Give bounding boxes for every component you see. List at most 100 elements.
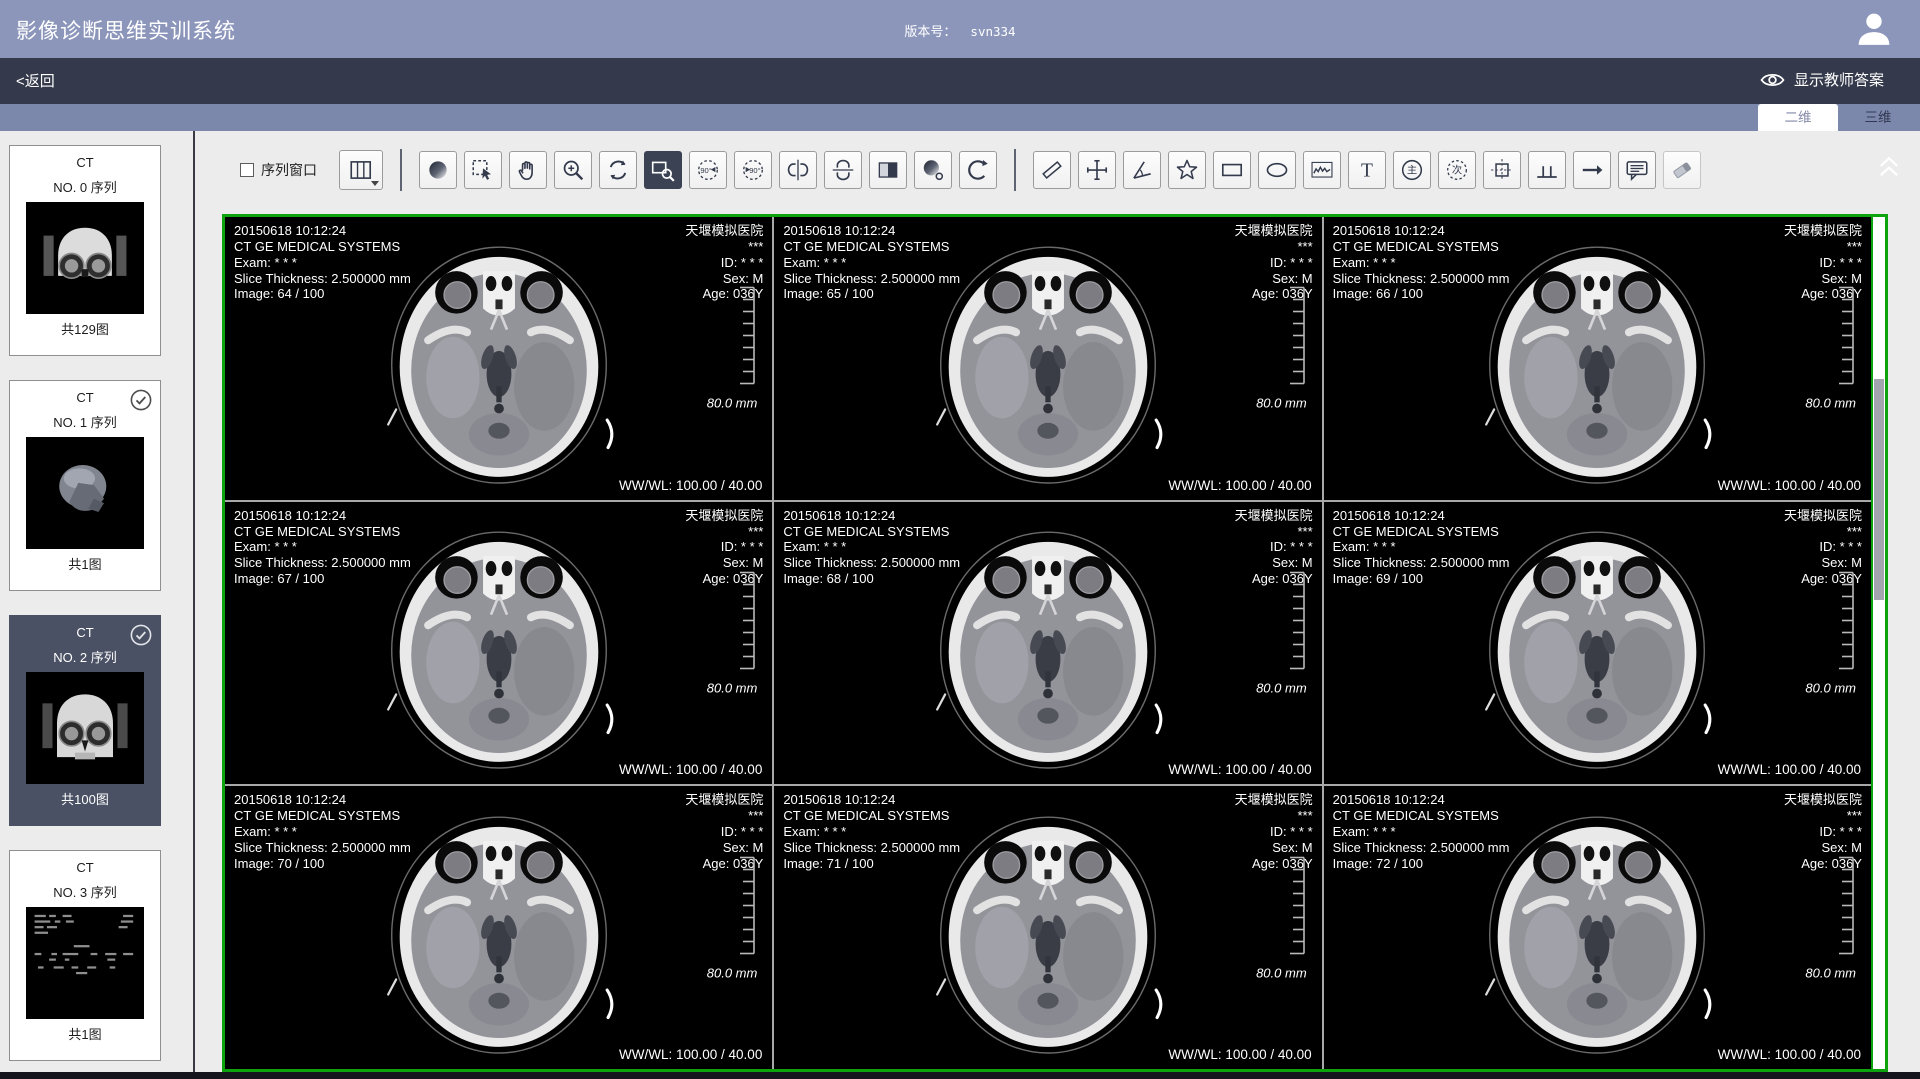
- sidebar-item-series-2[interactable]: CT NO. 2 序列 共100图: [9, 615, 161, 826]
- scale-ruler-icon: [1289, 570, 1307, 670]
- viewer-cell-5[interactable]: 20150618 10:12:24 CT GE MEDICAL SYSTEMS …: [774, 502, 1321, 785]
- cell-datetime: 20150618 10:12:24: [1333, 792, 1510, 808]
- viewer-grid: 20150618 10:12:24 CT GE MEDICAL SYSTEMS …: [222, 214, 1888, 1072]
- cell-sex: Sex: M: [1784, 271, 1862, 287]
- series-checked-icon: [129, 388, 153, 412]
- scale-label: 80.0 mm: [1256, 396, 1307, 411]
- cell-masked: ***: [1235, 524, 1313, 540]
- tool-arrow[interactable]: [1573, 151, 1611, 189]
- tab-3d[interactable]: 三维: [1838, 104, 1918, 131]
- tool-rect-roi[interactable]: [1213, 151, 1251, 189]
- rot90r-icon: [740, 157, 766, 183]
- viewer-scrollbar-thumb[interactable]: [1874, 379, 1884, 601]
- series-modality: CT: [10, 860, 160, 875]
- tool-rotate-free[interactable]: [599, 151, 637, 189]
- tool-measure-angle[interactable]: [1123, 151, 1161, 189]
- sidebar-item-series-3[interactable]: CT NO. 3 序列 共1图: [9, 850, 161, 1061]
- tool-flip-horizontal[interactable]: [779, 151, 817, 189]
- show-teacher-answer-button[interactable]: 显示教师答案: [1760, 69, 1884, 90]
- viewer-cell-1[interactable]: 20150618 10:12:24 CT GE MEDICAL SYSTEMS …: [225, 217, 772, 500]
- tool-baseline[interactable]: [1528, 151, 1566, 189]
- tool-window-sphere[interactable]: [419, 151, 457, 189]
- cell-scale: 80.0 mm: [1256, 855, 1307, 980]
- cell-slice-thickness: Slice Thickness: 2.500000 mm: [1333, 555, 1510, 571]
- tool-rect-select[interactable]: [464, 151, 502, 189]
- cell-patient-id: ID: * * *: [1784, 824, 1862, 840]
- bottom-edge: [0, 1072, 1920, 1079]
- toolbar-collapse-button[interactable]: [1874, 153, 1908, 183]
- ellipse-icon: [1264, 157, 1290, 183]
- tool-zoom-region[interactable]: [644, 151, 682, 189]
- tool-ellipse-roi[interactable]: [1258, 151, 1296, 189]
- tool-layout-grid[interactable]: [339, 150, 383, 190]
- tool-marker-secondary[interactable]: [1438, 151, 1476, 189]
- viewer-cell-3[interactable]: 20150618 10:12:24 CT GE MEDICAL SYSTEMS …: [1324, 217, 1871, 500]
- zoombox-icon: [650, 157, 676, 183]
- tool-text-annotation[interactable]: [1348, 151, 1386, 189]
- viewer-cell-9[interactable]: 20150618 10:12:24 CT GE MEDICAL SYSTEMS …: [1324, 786, 1871, 1069]
- cell-overlay-topleft: 20150618 10:12:24 CT GE MEDICAL SYSTEMS …: [234, 508, 411, 587]
- cell-patient-id: ID: * * *: [1784, 255, 1862, 271]
- cell-patient-id: ID: * * *: [1235, 824, 1313, 840]
- cell-datetime: 20150618 10:12:24: [234, 792, 411, 808]
- sidebar-item-series-1[interactable]: CT NO. 1 序列 共1图: [9, 380, 161, 591]
- tool-pan[interactable]: [509, 151, 547, 189]
- arrow-icon: [1579, 157, 1605, 183]
- show-teacher-answer-label: 显示教师答案: [1794, 69, 1884, 90]
- scale-ruler-icon: [739, 286, 757, 386]
- tool-reset[interactable]: [959, 151, 997, 189]
- tool-zoom-in[interactable]: [554, 151, 592, 189]
- tab-2d[interactable]: 二维: [1758, 104, 1838, 131]
- nav-bar: <返回 显示教师答案: [0, 58, 1920, 104]
- tool-rotate-90-cw[interactable]: [734, 151, 772, 189]
- cell-datetime: 20150618 10:12:24: [783, 508, 960, 524]
- tool-measure-cross[interactable]: [1078, 151, 1116, 189]
- tool-rotate-90-ccw[interactable]: [689, 151, 727, 189]
- viewer-cell-4[interactable]: 20150618 10:12:24 CT GE MEDICAL SYSTEMS …: [225, 502, 772, 785]
- tool-flip-vertical[interactable]: [824, 151, 862, 189]
- viewer-cell-6[interactable]: 20150618 10:12:24 CT GE MEDICAL SYSTEMS …: [1324, 502, 1871, 785]
- cell-image-number: Image: 65 / 100: [783, 286, 960, 302]
- tool-roi-grid[interactable]: [1483, 151, 1521, 189]
- tool-eraser[interactable]: [1663, 151, 1701, 189]
- viewer-scrollbar-track[interactable]: [1871, 217, 1885, 1069]
- tool-invert[interactable]: [869, 151, 907, 189]
- viewer-cell-2[interactable]: 20150618 10:12:24 CT GE MEDICAL SYSTEMS …: [774, 217, 1321, 500]
- zhu-icon: [1399, 157, 1425, 183]
- tool-measure-line[interactable]: [1033, 151, 1071, 189]
- cell-patient-id: ID: * * *: [685, 824, 763, 840]
- tool-window-level[interactable]: [914, 151, 952, 189]
- cell-sex: Sex: M: [1235, 271, 1313, 287]
- scale-label: 80.0 mm: [1256, 680, 1307, 695]
- cell-hospital: 天堰模拟医院: [685, 223, 763, 239]
- toolbar-separator: [1014, 149, 1016, 191]
- cell-masked: ***: [1784, 524, 1862, 540]
- cross-icon: [1084, 157, 1110, 183]
- sidebar-item-series-0[interactable]: CT NO. 0 序列 共129图: [9, 145, 161, 356]
- version-info: 版本号：svn334: [0, 21, 1920, 40]
- scale-ruler-icon: [1838, 286, 1856, 386]
- scale-label: 80.0 mm: [707, 965, 758, 980]
- tool-freehand-roi[interactable]: [1168, 151, 1206, 189]
- back-button[interactable]: <返回: [16, 70, 55, 91]
- tool-profile-curve[interactable]: [1303, 151, 1341, 189]
- cell-slice-thickness: Slice Thickness: 2.500000 mm: [783, 840, 960, 856]
- series-window-checkbox[interactable]: [240, 163, 254, 177]
- cell-image-number: Image: 69 / 100: [1333, 571, 1510, 587]
- textt-icon: [1354, 157, 1380, 183]
- cell-image-number: Image: 72 / 100: [1333, 856, 1510, 872]
- tool-comment[interactable]: [1618, 151, 1656, 189]
- series-window-toggle[interactable]: 序列窗口: [240, 160, 317, 180]
- cell-overlay-topleft: 20150618 10:12:24 CT GE MEDICAL SYSTEMS …: [783, 792, 960, 871]
- viewer-cell-7[interactable]: 20150618 10:12:24 CT GE MEDICAL SYSTEMS …: [225, 786, 772, 1069]
- viewer-cell-8[interactable]: 20150618 10:12:24 CT GE MEDICAL SYSTEMS …: [774, 786, 1321, 1069]
- user-avatar-button[interactable]: [1854, 9, 1894, 49]
- rot90l-icon: [695, 157, 721, 183]
- cell-datetime: 20150618 10:12:24: [1333, 508, 1510, 524]
- chevron-up-icon: [1874, 153, 1904, 181]
- cell-overlay-topleft: 20150618 10:12:24 CT GE MEDICAL SYSTEMS …: [1333, 792, 1510, 871]
- cell-exam: Exam: * * *: [1333, 824, 1510, 840]
- scale-label: 80.0 mm: [1805, 396, 1856, 411]
- tool-marker-primary[interactable]: [1393, 151, 1431, 189]
- cell-scale: 80.0 mm: [1805, 570, 1856, 695]
